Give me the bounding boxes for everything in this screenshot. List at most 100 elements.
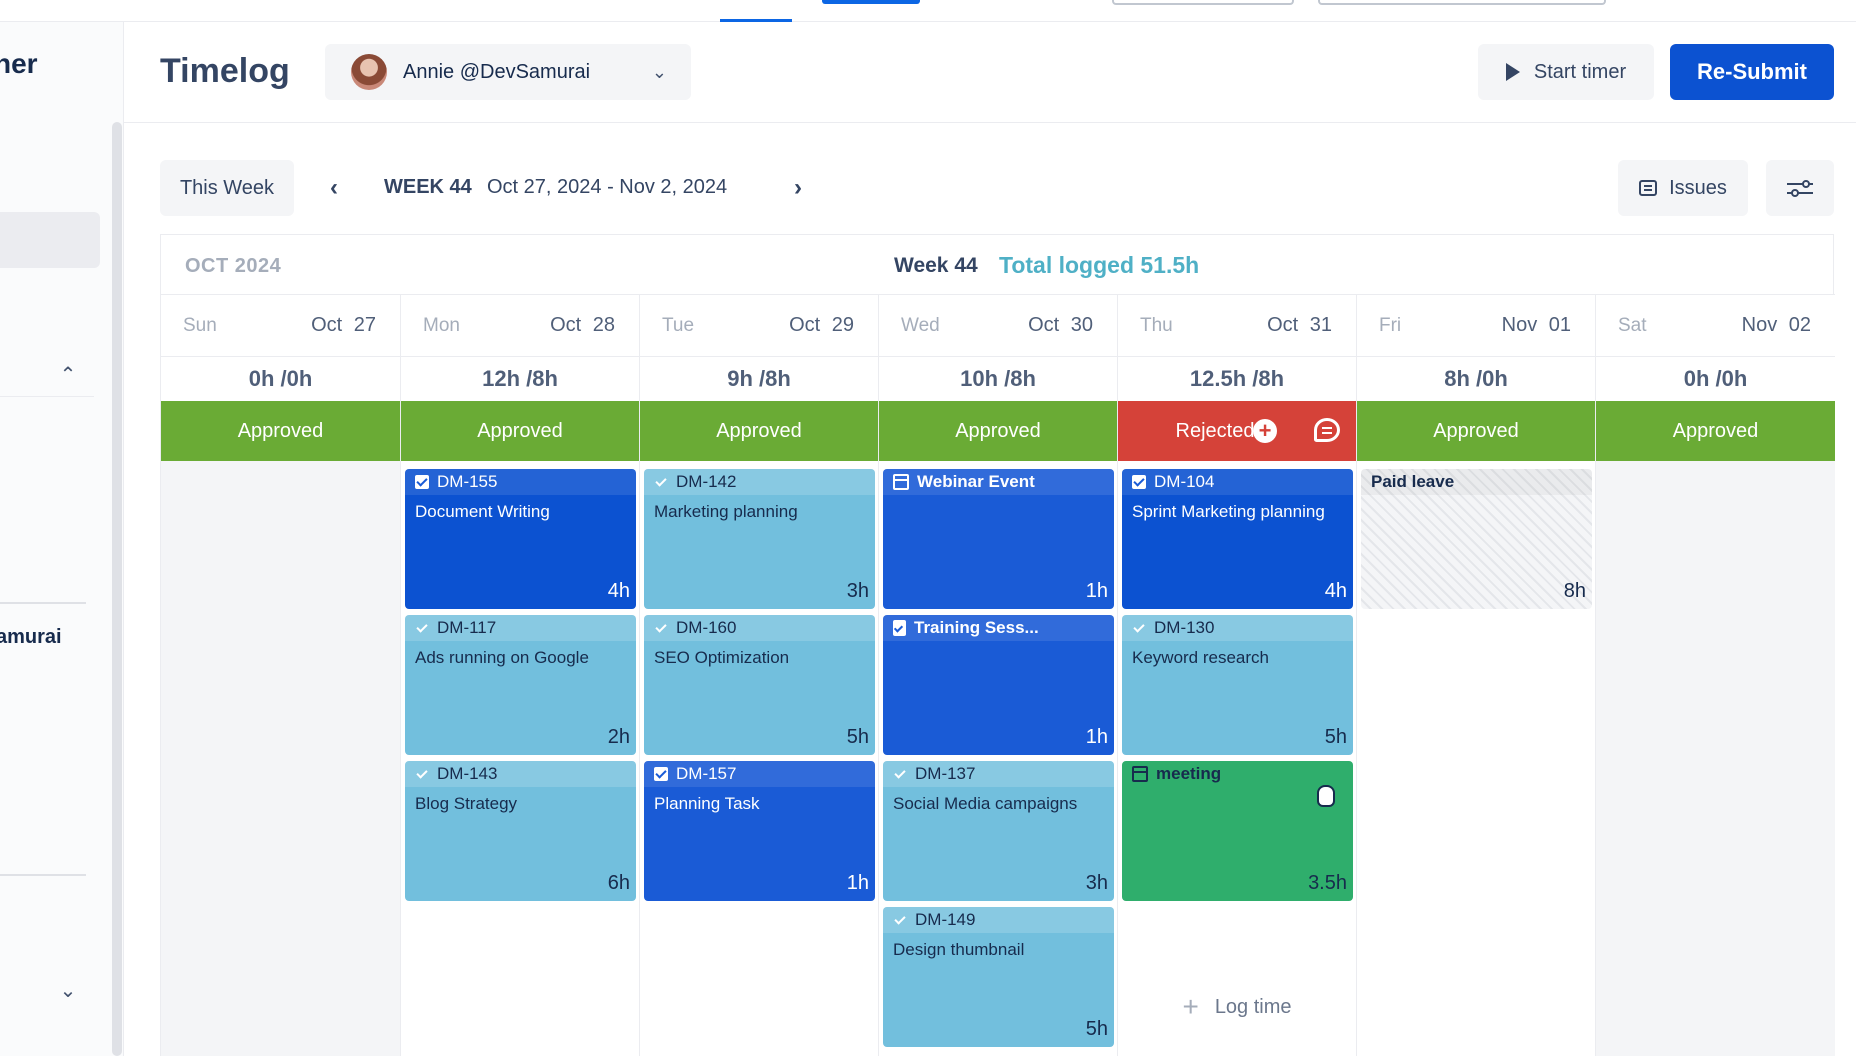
leave-card[interactable]: Paid leave 8h [1361, 469, 1592, 609]
status-label: Rejected [1175, 419, 1255, 442]
event-card[interactable]: Webinar Event 1h [883, 469, 1114, 609]
day-column-sat[interactable]: Sat Nov 02 0h /0h Approved [1595, 295, 1835, 1056]
checkbox-icon [654, 475, 668, 489]
plus-icon: + [1182, 991, 1199, 1022]
issue-key: DM-157 [676, 764, 737, 783]
worklog-card[interactable]: DM-130 Keyword research 5h [1122, 615, 1353, 755]
day-column-sun[interactable]: Sun Oct 27 0h /0h Approved [161, 295, 400, 1056]
day-date: Nov 02 [1741, 314, 1811, 336]
issue-key: DM-160 [676, 618, 737, 637]
checkbox-icon [893, 913, 907, 927]
timelog-app: ner ⌃ amurai ⌄ Timelog Annie @DevSamurai… [0, 0, 1856, 1056]
top-tab-indicator[interactable] [822, 0, 920, 4]
day-hours: 12h /8h [482, 366, 558, 391]
issue-key: DM-143 [437, 764, 498, 783]
worklog-card[interactable]: DM-157 Planning Task 1h [644, 761, 875, 901]
status-badge-approved[interactable]: Approved [1357, 401, 1595, 461]
status-badge-approved[interactable]: Approved [640, 401, 878, 461]
day-hours: 8h /0h [1444, 366, 1508, 391]
logged-hours: 4h [607, 580, 630, 602]
top-tab-outline[interactable] [1112, 0, 1294, 5]
sidebar-scrollbar[interactable] [112, 122, 122, 1056]
logged-hours: 5h [1324, 726, 1347, 748]
logged-hours: 1h [1085, 726, 1108, 748]
worklog-card[interactable]: DM-142 Marketing planning 3h [644, 469, 875, 609]
checkbox-icon [654, 767, 668, 781]
logged-hours: 3.5h [1308, 872, 1347, 894]
this-week-button[interactable]: This Week [160, 160, 294, 216]
worklog-card[interactable]: DM-137 Social Media campaigns 3h [883, 761, 1114, 901]
checkbox-icon [1132, 621, 1146, 635]
day-header: Wed Oct 30 [879, 295, 1117, 357]
worklog-card[interactable]: DM-104 Sprint Marketing planning 4h [1122, 469, 1353, 609]
top-tab-active-indicator[interactable] [720, 0, 792, 22]
status-badge-approved[interactable]: Approved [1596, 401, 1835, 461]
play-icon [1505, 63, 1520, 81]
top-tab-outline[interactable] [1318, 0, 1606, 5]
filter-button[interactable] [1766, 160, 1834, 216]
status-badge-rejected[interactable]: Rejected + [1118, 401, 1356, 461]
issue-key: DM-149 [915, 910, 976, 929]
start-timer-button[interactable]: Start timer [1478, 44, 1654, 100]
logged-hours: 5h [1085, 1018, 1108, 1040]
sidebar-item-selected[interactable] [0, 212, 100, 268]
day-date: Oct 30 [1028, 314, 1093, 336]
sidebar-user-name[interactable]: amurai [0, 626, 62, 649]
day-column-tue: Tue Oct 29 9h /8h Approved DM-142 Market… [639, 295, 878, 1056]
checkbox-icon [415, 767, 429, 781]
logged-hours: 1h [846, 872, 869, 894]
logged-hours: 2h [607, 726, 630, 748]
sliders-icon [1787, 178, 1813, 198]
day-hours: 0h /0h [1596, 357, 1835, 401]
event-name: Training Sess... [914, 618, 1039, 637]
next-week-icon[interactable]: › [782, 172, 814, 204]
checkbox-icon [415, 475, 429, 489]
calendar-month: OCT 2024 [185, 255, 282, 277]
page-title: Timelog [160, 52, 290, 90]
status-badge-approved[interactable]: Approved [161, 401, 400, 461]
worklog-card[interactable]: DM-149 Design thumbnail 5h [883, 907, 1114, 1047]
resubmit-button[interactable]: Re-Submit [1670, 44, 1834, 100]
issue-title: Ads running on Google [415, 648, 589, 667]
worklog-card[interactable]: DM-160 SEO Optimization 5h [644, 615, 875, 755]
checkbox-icon [893, 767, 907, 781]
user-select[interactable]: Annie @DevSamurai ⌄ [325, 44, 691, 100]
chevron-down-icon: ⌄ [651, 61, 667, 82]
issue-title: Document Writing [415, 502, 550, 521]
day-date: Oct 29 [789, 314, 854, 336]
worklog-card[interactable]: DM-143 Blog Strategy 6h [405, 761, 636, 901]
day-header: Thu Oct 31 [1118, 295, 1356, 357]
chevron-down-icon[interactable]: ⌄ [56, 978, 80, 1002]
event-name: meeting [1156, 764, 1222, 783]
issue-title: Keyword research [1132, 648, 1270, 667]
status-badge-approved[interactable]: Approved [401, 401, 639, 461]
add-circle-icon[interactable]: + [1253, 419, 1277, 443]
worklog-card[interactable]: DM-155 Document Writing 4h [405, 469, 636, 609]
worklog-card[interactable]: DM-117 Ads running on Google 2h [405, 615, 636, 755]
day-name: Wed [901, 314, 940, 336]
day-column-mon: Mon Oct 28 12h /8h Approved DM-155 Docum… [400, 295, 639, 1056]
status-badge-approved[interactable]: Approved [879, 401, 1117, 461]
event-card[interactable]: meeting 3.5h [1122, 761, 1353, 901]
day-name: Sat [1618, 314, 1647, 336]
day-hours: 10h /8h [960, 366, 1036, 391]
day-hours: 12.5h /8h [1189, 366, 1285, 391]
comment-icon[interactable] [1314, 418, 1340, 442]
event-card[interactable]: Training Sess... 1h [883, 615, 1114, 755]
logged-hours: 8h [1563, 580, 1586, 602]
issue-key: DM-137 [915, 764, 976, 783]
issues-icon [1639, 180, 1658, 196]
log-time-button[interactable]: + Log time [1118, 985, 1356, 1029]
user-select-value: Annie @DevSamurai [403, 60, 591, 83]
issue-title: SEO Optimization [654, 648, 790, 667]
day-date: Oct 27 [311, 314, 376, 336]
issues-button[interactable]: Issues [1618, 160, 1748, 216]
prev-week-icon[interactable]: ‹ [318, 172, 350, 204]
log-time-label: Log time [1214, 995, 1292, 1018]
avatar [351, 54, 387, 90]
day-column-thu: Thu Oct 31 12.5h /8h Rejected + DM-104 S… [1117, 295, 1356, 1056]
chevron-up-icon[interactable]: ⌃ [56, 362, 80, 386]
calendar-icon [893, 474, 909, 490]
day-hours: 9h /8h [727, 366, 791, 391]
logged-hours: 3h [1085, 872, 1108, 894]
